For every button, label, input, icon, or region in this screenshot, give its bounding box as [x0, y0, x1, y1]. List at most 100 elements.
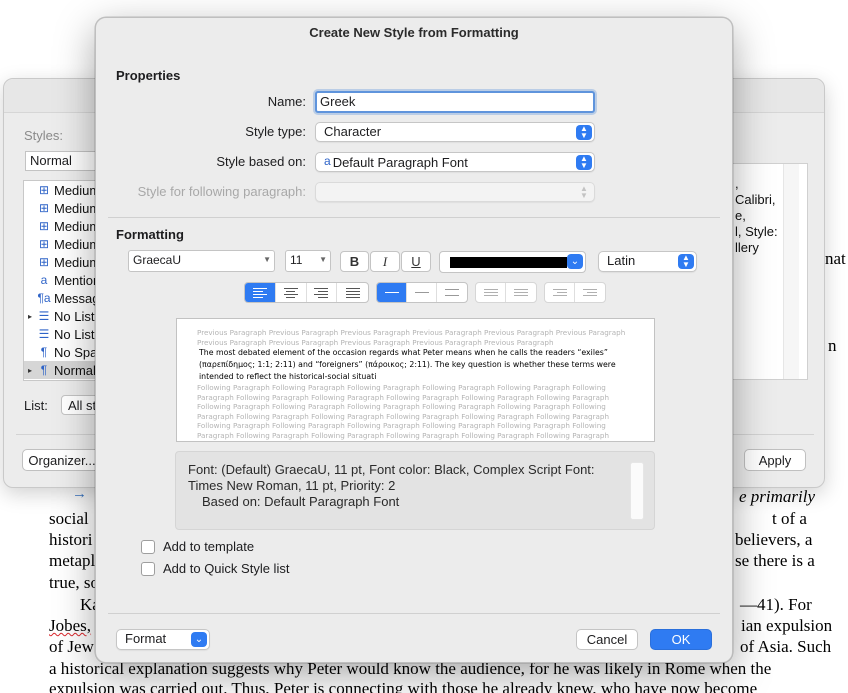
checkbox-box[interactable] — [141, 561, 155, 576]
add-to-quick-style-checkbox[interactable]: Add to Quick Style list — [141, 561, 289, 576]
list-item[interactable]: ¶ No Spa — [24, 343, 106, 361]
doc-fragment: n — [828, 336, 837, 355]
properties-heading: Properties — [116, 68, 181, 83]
align-right-button[interactable] — [307, 283, 338, 302]
organizer-button[interactable]: Organizer... — [22, 449, 102, 471]
doc-fragment: Jobes, — [49, 616, 92, 635]
character-style-icon: a — [324, 154, 331, 168]
checkbox-box[interactable] — [141, 539, 155, 554]
increase-spacing-button[interactable] — [506, 283, 536, 302]
single-spacing-button[interactable] — [377, 283, 408, 302]
font-name-combo[interactable]: GraecaU ▼ — [128, 250, 275, 272]
alignment-group — [244, 282, 369, 303]
list-item[interactable]: ⊞ Medium — [24, 253, 106, 271]
description-text: Font: (Default) GraecaU, 11 pt, Font col… — [188, 462, 595, 493]
align-left-button[interactable] — [245, 283, 276, 302]
chevron-down-icon: ▼ — [319, 255, 327, 264]
decrease-spacing-button[interactable] — [476, 283, 507, 302]
preview-current-paragraph: The most debated element of the occasion… — [199, 348, 616, 381]
doc-fragment: of Asia. Such — [740, 637, 832, 656]
disclosure-triangle-icon[interactable]: ▸ — [28, 366, 36, 375]
current-style-field[interactable]: Normal — [25, 151, 103, 171]
chevron-down-icon: ⌄ — [567, 254, 583, 269]
doc-fragment: social — [49, 509, 89, 528]
indent-group — [544, 282, 606, 303]
scrollbar[interactable] — [630, 462, 644, 520]
name-input[interactable]: Greek — [315, 91, 595, 113]
styles-label: Styles: — [24, 128, 64, 143]
add-to-template-checkbox[interactable]: Add to template — [141, 539, 254, 554]
align-center-button[interactable] — [276, 283, 307, 302]
ok-button[interactable]: OK — [650, 629, 712, 650]
table-style-icon: ⊞ — [38, 219, 50, 233]
list-style-icon: ☰ — [38, 309, 50, 323]
script-select[interactable]: Latin ▲ ▼ — [598, 251, 697, 272]
increase-indent-button[interactable] — [575, 283, 605, 302]
divider — [108, 613, 720, 614]
doc-fragment: metapl — [49, 551, 96, 570]
italic-button[interactable]: I — [370, 251, 400, 272]
decrease-indent-button[interactable] — [545, 283, 576, 302]
font-size-combo[interactable]: 11 ▼ — [285, 250, 331, 272]
paragraph-spacing-group — [475, 282, 537, 303]
justify-button[interactable] — [337, 283, 368, 302]
apply-button[interactable]: Apply — [744, 449, 806, 471]
doc-fragment: of Jew — [49, 637, 94, 656]
preview-following-paragraph: Following Paragraph Following Paragraph … — [197, 383, 610, 441]
list-item[interactable]: ¶a Messag — [24, 289, 106, 307]
align-center-icon — [283, 287, 298, 298]
list-style-icon: ☰ — [38, 327, 50, 341]
color-swatch — [450, 257, 567, 268]
one-half-spacing-button[interactable] — [407, 283, 438, 302]
cancel-button[interactable]: Cancel — [576, 629, 638, 650]
format-menu-button[interactable]: Format ⌄ — [116, 629, 210, 650]
up-down-arrows-icon: ▲ ▼ — [678, 254, 694, 269]
font-color-picker[interactable]: ⌄ — [439, 251, 586, 273]
list-item[interactable]: ▸ ¶ Normal — [24, 361, 106, 379]
list-label: List: — [24, 398, 48, 413]
style-description-panel: , Calibri, e, l, Style: llery — [732, 163, 808, 380]
doc-line: expulsion was carried out. Thus, Peter i… — [49, 679, 758, 693]
scrollbar[interactable] — [783, 164, 799, 379]
based-on-select[interactable]: a Default Paragraph Font ▲ ▼ — [315, 152, 595, 172]
list-item[interactable]: ⊞ Medium — [24, 217, 106, 235]
dialog-title: Create New Style from Formatting — [309, 25, 519, 40]
table-style-icon: ⊞ — [38, 255, 50, 269]
doc-fragment: histori — [49, 530, 93, 549]
table-style-icon: ⊞ — [38, 183, 50, 197]
bold-button[interactable]: B — [340, 251, 369, 272]
following-paragraph-label: Style for following paragraph: — [137, 184, 306, 199]
linked-style-icon: ¶a — [37, 291, 51, 305]
doc-fragment: —41). For — [740, 595, 812, 614]
one-half-spacing-icon — [414, 292, 429, 293]
double-spacing-button[interactable] — [437, 283, 467, 302]
doc-fragment: se there is a — [735, 551, 815, 570]
list-item[interactable]: ⊞ Medium — [24, 181, 106, 199]
tab-arrow-icon: → — [72, 486, 87, 502]
description-based-on: Based on: Default Paragraph Font — [202, 494, 400, 509]
justify-icon — [345, 287, 360, 298]
preview-previous-paragraph: Previous Paragraph Previous Paragraph Pr… — [197, 328, 626, 347]
doc-fragment: t of a — [772, 509, 807, 528]
list-item[interactable]: ⊞ Medium — [24, 235, 106, 253]
underline-button[interactable]: U — [401, 251, 431, 272]
list-item[interactable]: a Mention — [24, 271, 106, 289]
doc-fragment: ian expulsion — [741, 616, 833, 635]
character-style-icon: a — [40, 273, 48, 287]
list-item[interactable]: ⊞ Medium — [24, 199, 106, 217]
list-item[interactable]: ▸ ☰ No List — [24, 307, 106, 325]
create-style-dialog: Create New Style from Formatting Propert… — [95, 17, 733, 663]
list-item[interactable]: ☰ No List — [24, 325, 106, 343]
increase-indent-icon — [583, 289, 597, 296]
style-type-select[interactable]: Character ▲ ▼ — [315, 122, 595, 142]
name-label: Name: — [267, 94, 306, 109]
decrease-indent-icon — [552, 289, 567, 296]
following-paragraph-select: ▲ ▼ — [315, 182, 595, 202]
up-down-arrows-icon: ▲ ▼ — [576, 125, 592, 140]
disclosure-triangle-icon[interactable]: ▸ — [28, 312, 36, 321]
align-left-icon — [252, 287, 267, 298]
table-style-icon: ⊞ — [38, 237, 50, 251]
paragraph-style-icon: ¶ — [40, 363, 48, 377]
doc-fragment: nat — [825, 249, 846, 268]
single-spacing-icon — [384, 292, 399, 293]
